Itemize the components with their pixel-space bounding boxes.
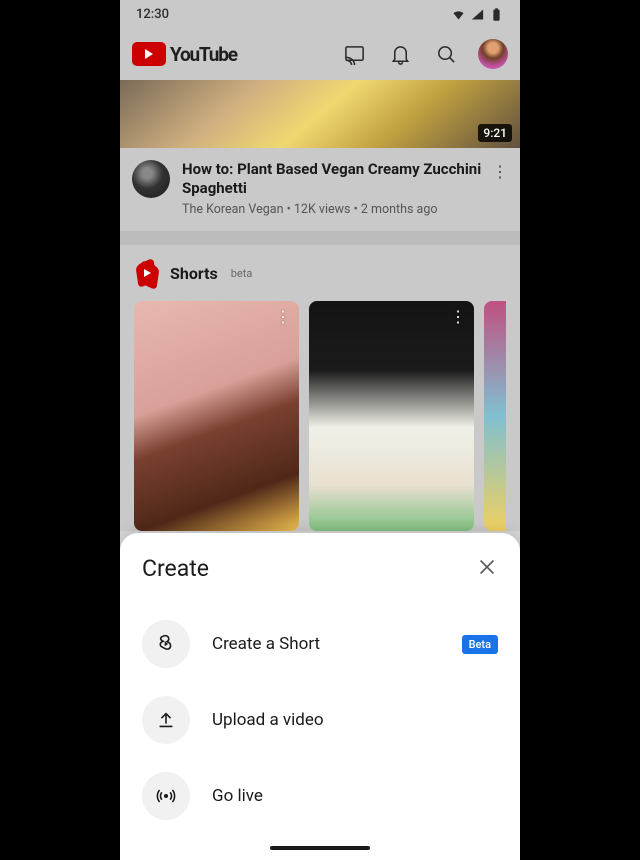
signal-icon [470,7,485,22]
video-more-button[interactable]: ⋮ [492,162,506,181]
feed-divider [120,231,520,245]
youtube-logo[interactable]: YouTube [132,42,237,66]
short-card[interactable] [484,301,506,531]
shorts-beta-label: beta [231,267,253,280]
search-icon [435,43,458,66]
bell-icon [389,43,412,66]
shorts-heading: Shorts [170,264,218,283]
battery-icon [489,7,504,22]
create-short-item[interactable]: Create a Short Beta [142,606,498,682]
short-more-icon[interactable]: ⋮ [450,307,466,326]
sheet-item-label: Create a Short [212,634,440,654]
cast-icon [343,43,366,66]
video-subtitle: The Korean Vegan • 12K views • 2 months … [182,202,488,217]
search-button[interactable] [426,34,466,74]
beta-badge: Beta [462,635,498,654]
shorts-outline-icon [142,620,190,668]
upload-video-item[interactable]: Upload a video [142,682,498,758]
broadcast-icon [142,772,190,820]
sheet-item-label: Upload a video [212,710,498,730]
notifications-button[interactable] [380,34,420,74]
avatar[interactable] [478,39,508,69]
short-card[interactable]: ⋮ [309,301,474,531]
video-info-row[interactable]: How to: Plant Based Vegan Creamy Zucchin… [120,148,520,231]
status-bar: 12:30 [120,0,520,28]
status-time: 12:30 [136,7,169,22]
short-more-icon[interactable]: ⋮ [275,307,291,326]
sheet-title: Create [142,555,209,582]
video-duration-badge: 9:21 [478,124,512,142]
home-indicator[interactable] [270,846,370,850]
shorts-shelf: Shorts beta ⋮ ⋮ [120,245,520,531]
shorts-icon [134,259,160,289]
youtube-play-icon [132,42,166,66]
close-button[interactable] [476,556,498,582]
app-header: YouTube [120,28,520,80]
youtube-wordmark: YouTube [170,43,237,66]
close-icon [476,556,498,578]
upload-icon [142,696,190,744]
channel-avatar[interactable] [132,160,170,198]
create-sheet: Create Create a Short Beta Upload a vide… [120,533,520,860]
go-live-item[interactable]: Go live [142,758,498,834]
wifi-icon [451,7,466,22]
video-thumbnail[interactable]: 9:21 [120,80,520,148]
short-card[interactable]: ⋮ [134,301,299,531]
cast-button[interactable] [334,34,374,74]
video-title: How to: Plant Based Vegan Creamy Zucchin… [182,160,488,198]
sheet-item-label: Go live [212,786,498,806]
